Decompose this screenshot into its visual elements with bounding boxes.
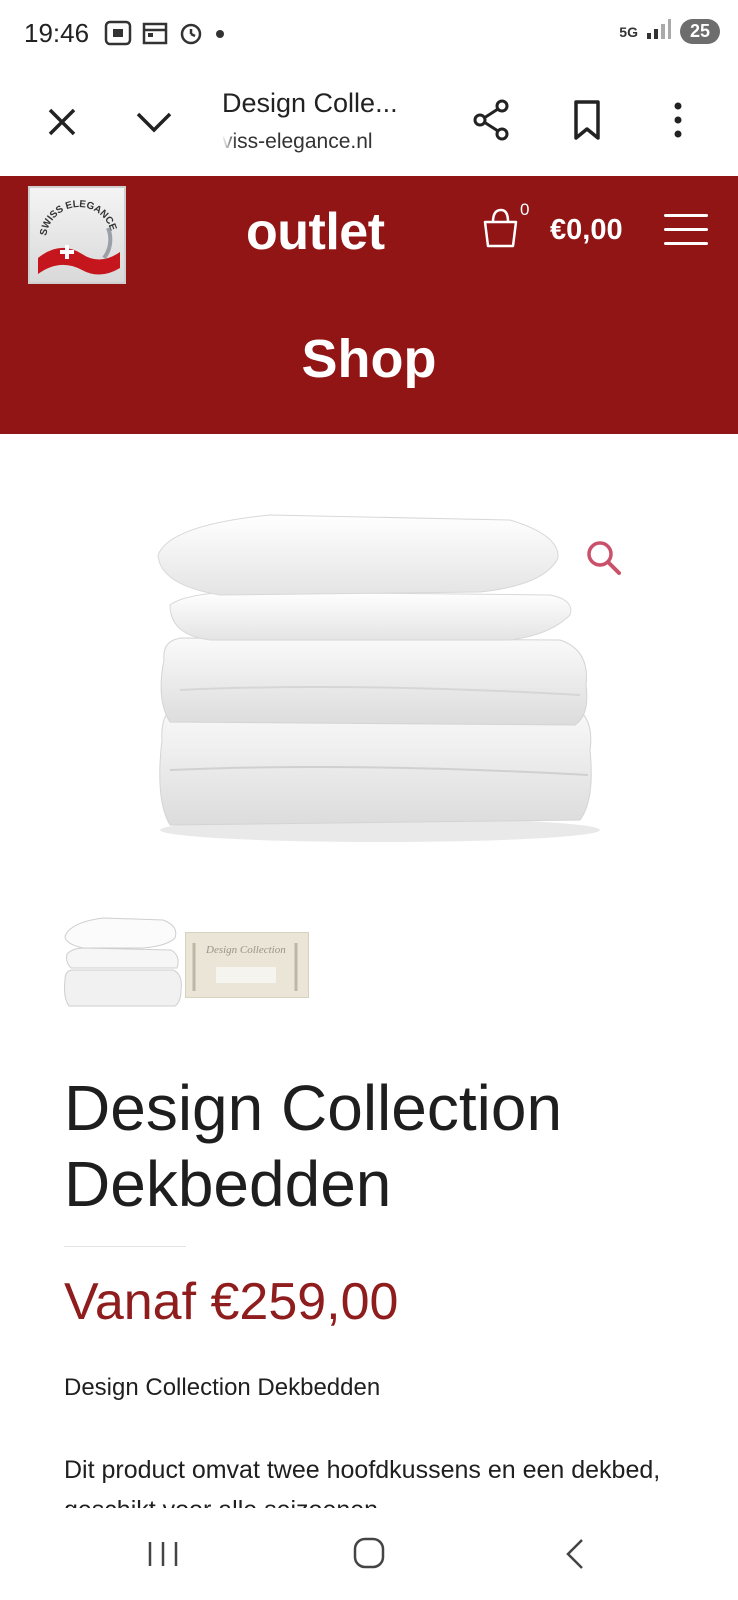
network-label: 5G	[619, 23, 638, 40]
title-divider	[64, 1246, 186, 1247]
svg-text:SWISS ELEGANCE: SWISS ELEGANCE	[38, 199, 118, 237]
back-icon[interactable]	[562, 1536, 588, 1572]
cart-icon[interactable]	[480, 206, 524, 250]
alarm-icon	[178, 20, 204, 51]
outlet-label[interactable]: outlet	[246, 202, 385, 262]
home-icon[interactable]	[352, 1536, 386, 1570]
site-header: SWISS ELEGANCE outlet 0 €0,00 Shop	[0, 176, 738, 434]
zoom-icon[interactable]	[584, 538, 624, 578]
bookmark-icon[interactable]	[566, 98, 610, 142]
product-thumbnails: Design Collection	[63, 910, 309, 1010]
thumbnail-bedding[interactable]	[63, 910, 185, 1010]
site-logo[interactable]: SWISS ELEGANCE	[28, 186, 126, 284]
product-price: Vanaf €259,00	[64, 1273, 399, 1331]
page-title: Shop	[301, 329, 437, 389]
share-icon[interactable]	[470, 98, 514, 142]
status-bar: 19:46 5G 25	[0, 0, 738, 70]
close-icon[interactable]	[40, 100, 84, 144]
thumbnail-packaging[interactable]: Design Collection	[185, 910, 309, 1010]
menu-icon[interactable]	[664, 214, 708, 246]
packaging-box: Design Collection	[185, 932, 309, 998]
product-title: Design Collection Dekbedden	[64, 1072, 563, 1220]
packaging-text: Design Collection	[205, 944, 286, 956]
product-image[interactable]	[150, 500, 610, 855]
more-vert-icon[interactable]	[656, 98, 700, 142]
battery-indicator: 25	[679, 19, 720, 44]
calendar-icon	[142, 21, 168, 50]
page-tab-title[interactable]: Design Colle...	[222, 88, 398, 119]
chevron-down-icon[interactable]	[132, 100, 176, 144]
browser-toolbar: Design Colle... viss-elegance.nl	[0, 70, 738, 176]
system-nav-bar	[0, 1508, 738, 1600]
cart-count: 0	[520, 200, 530, 219]
notification-dot-icon	[214, 27, 226, 45]
screenshot-icon	[104, 20, 132, 51]
product-short-title: Design Collection Dekbedden	[64, 1374, 381, 1401]
cart-total[interactable]: €0,00	[550, 214, 623, 247]
signal-icon	[646, 18, 672, 45]
recents-icon[interactable]	[146, 1538, 180, 1570]
product-description: Dit product omvat twee hoofdkussens en e…	[64, 1456, 661, 1512]
url-text[interactable]: viss-elegance.nl	[222, 130, 412, 154]
url-fade	[222, 128, 236, 156]
status-icons	[104, 20, 226, 51]
status-right: 5G 25	[619, 18, 720, 45]
status-time: 19:46	[24, 18, 90, 48]
